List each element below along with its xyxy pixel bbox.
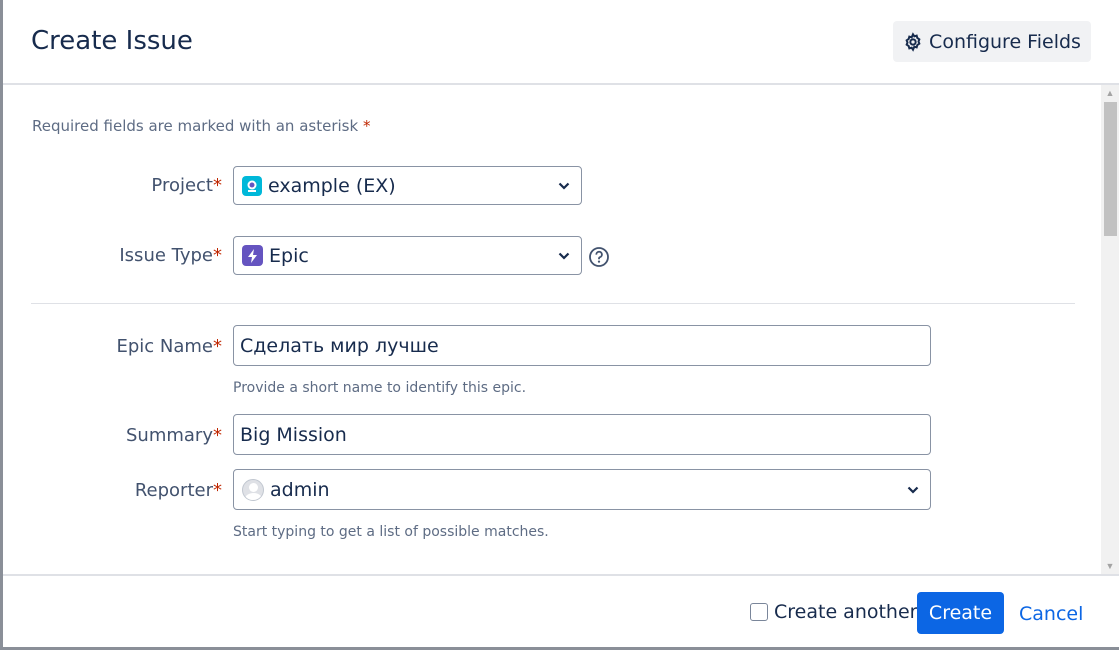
summary-label-text: Summary (126, 425, 213, 446)
scroll-down-arrow-icon[interactable]: ▼ (1101, 558, 1119, 574)
epic-name-input[interactable] (233, 325, 931, 366)
project-label-text: Project (151, 175, 213, 196)
summary-label: Summary* (126, 425, 222, 446)
chevron-down-icon (907, 486, 919, 494)
required-asterisk: * (213, 336, 222, 357)
create-another-checkbox[interactable] (750, 603, 768, 621)
required-fields-note: Required fields are marked with an aster… (32, 117, 370, 135)
section-divider (31, 303, 1075, 304)
required-asterisk: * (362, 117, 371, 135)
epic-icon (242, 245, 263, 266)
epic-name-label-text: Epic Name (116, 336, 213, 357)
scrollbar-thumb[interactable] (1104, 102, 1117, 236)
configure-fields-button[interactable]: Configure Fields (893, 21, 1091, 62)
issue-type-label: Issue Type* (119, 245, 222, 266)
epic-name-help: Provide a short name to identify this ep… (233, 380, 527, 396)
issue-type-value: Epic (269, 244, 309, 267)
reporter-label-text: Reporter (134, 480, 213, 501)
required-asterisk: * (213, 480, 222, 501)
reporter-value: admin (270, 478, 330, 501)
issue-type-select[interactable]: Epic (233, 236, 582, 275)
avatar (242, 478, 264, 501)
help-icon[interactable] (588, 246, 610, 268)
create-another-label: Create another (774, 601, 918, 623)
chevron-down-icon (558, 182, 570, 190)
required-asterisk: * (213, 425, 222, 446)
reporter-select[interactable]: admin (233, 469, 931, 510)
project-select[interactable]: example (EX) (233, 166, 582, 205)
project-value: example (EX) (268, 174, 396, 197)
scroll-up-arrow-icon[interactable]: ▲ (1101, 85, 1119, 101)
reporter-label: Reporter* (135, 480, 222, 501)
project-label: Project* (151, 175, 222, 196)
gear-icon (905, 31, 921, 52)
required-note-text: Required fields are marked with an aster… (32, 117, 359, 135)
create-another-toggle[interactable]: Create another (750, 601, 917, 623)
required-asterisk: * (213, 175, 222, 196)
dialog-header: Create Issue Configure Fields (3, 0, 1119, 85)
issue-type-label-text: Issue Type (119, 245, 213, 266)
configure-fields-label: Configure Fields (929, 30, 1081, 53)
chevron-down-icon (558, 252, 570, 260)
cancel-link[interactable]: Cancel (1019, 603, 1083, 625)
summary-input[interactable] (233, 414, 931, 455)
epic-name-label: Epic Name* (116, 336, 222, 357)
vertical-scrollbar[interactable]: ▲ ▼ (1101, 85, 1119, 574)
required-asterisk: * (213, 245, 222, 266)
dialog-title: Create Issue (31, 26, 193, 56)
reporter-help: Start typing to get a list of possible m… (233, 524, 549, 540)
dialog-footer: Create another Create Cancel (3, 574, 1119, 647)
dialog-body: Required fields are marked with an aster… (3, 85, 1100, 574)
create-issue-dialog: Create Issue Configure Fields Required f… (3, 0, 1119, 647)
create-button[interactable]: Create (917, 592, 1004, 634)
project-avatar-icon (242, 175, 262, 196)
